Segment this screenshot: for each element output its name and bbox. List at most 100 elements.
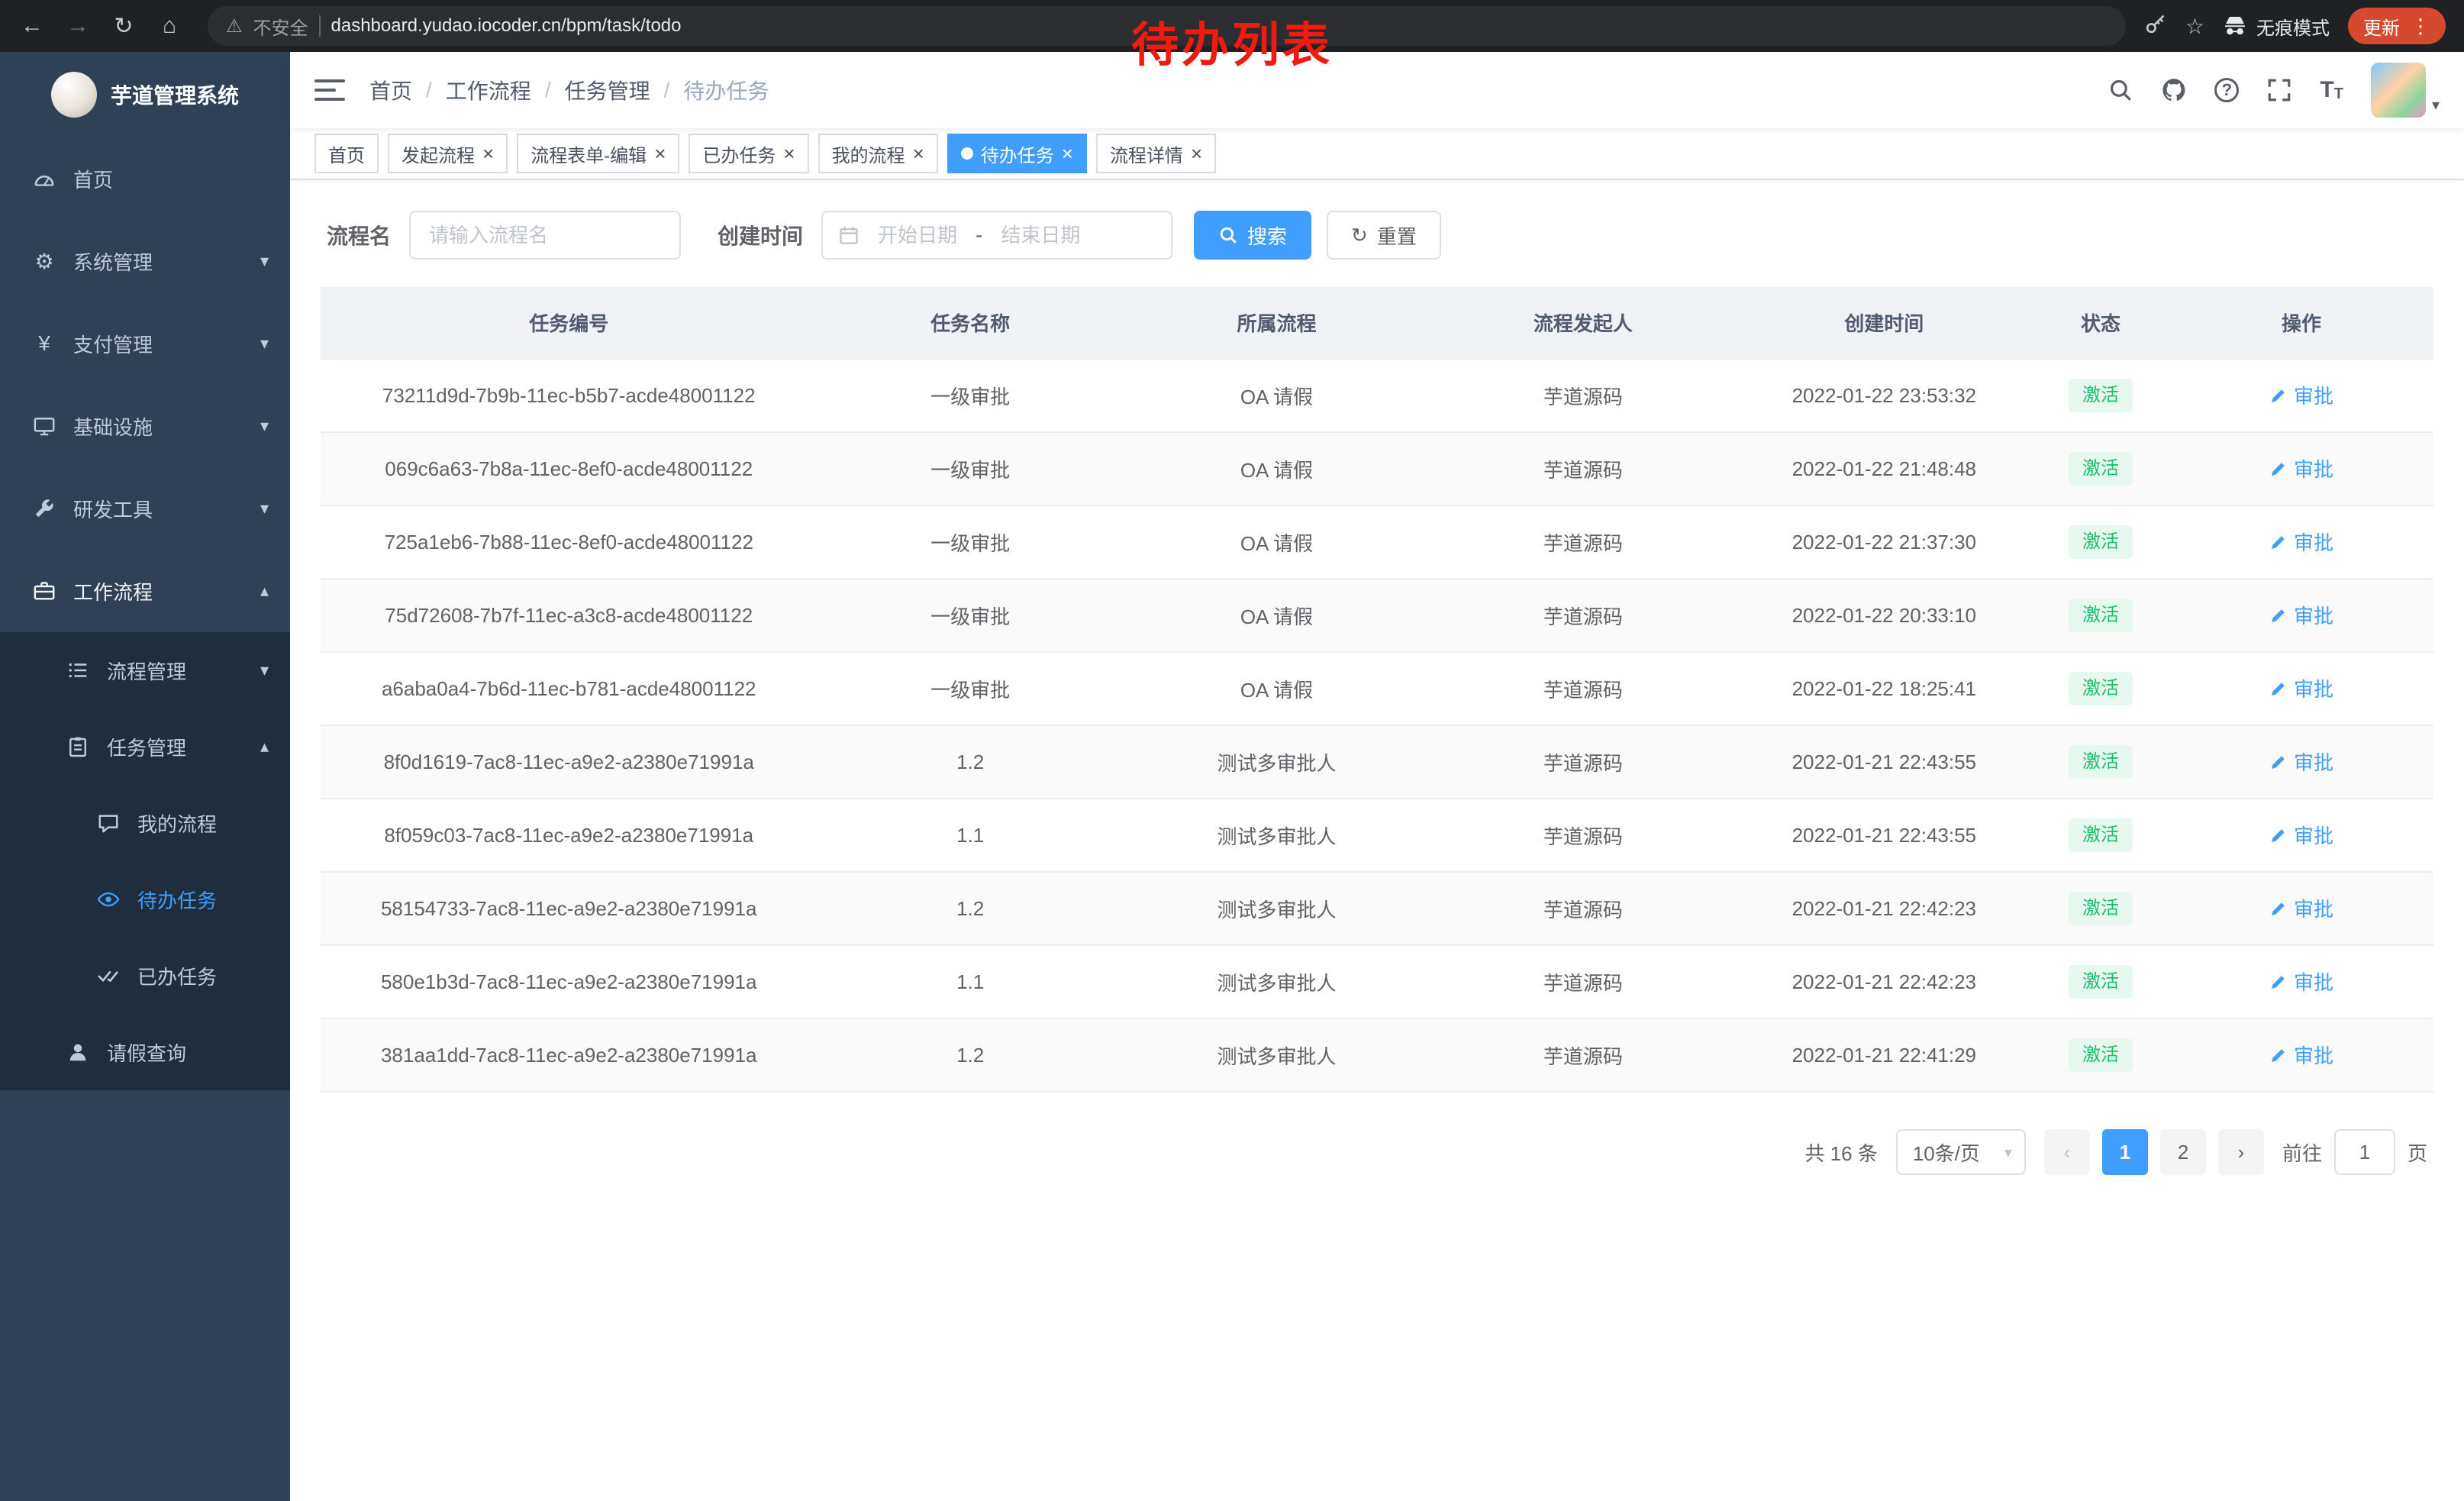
app-logo-row[interactable]: 芋道管理系统 xyxy=(0,52,290,137)
update-button[interactable]: 更新 ⋮ xyxy=(2348,8,2446,44)
security-label[interactable]: 不安全 xyxy=(253,13,308,40)
approve-link[interactable]: 审批 xyxy=(2269,821,2333,849)
cell-initiator: 芋道源码 xyxy=(1430,1018,1736,1092)
close-icon[interactable]: × xyxy=(1191,144,1202,163)
tab-process-detail[interactable]: 流程详情 × xyxy=(1096,134,1216,173)
edit-icon xyxy=(2269,606,2288,625)
search-button[interactable]: 搜索 xyxy=(1194,211,1311,260)
approve-link[interactable]: 审批 xyxy=(2269,967,2333,996)
create-time-label: 创建时间 xyxy=(718,220,803,250)
tab-label: 首页 xyxy=(328,140,365,167)
avatar[interactable] xyxy=(2371,63,2426,118)
breadcrumb-item-task-management[interactable]: 任务管理 xyxy=(565,75,650,105)
goto-input[interactable] xyxy=(2334,1129,2395,1175)
sidebar-item-label: 基础设施 xyxy=(73,412,153,441)
edit-icon xyxy=(2269,973,2288,991)
close-icon[interactable]: × xyxy=(1062,144,1073,163)
browser-refresh-button[interactable]: ↻ xyxy=(104,6,144,46)
breadcrumb-separator: / xyxy=(545,78,551,102)
search-icon[interactable] xyxy=(2108,77,2133,103)
page-button-2[interactable]: 2 xyxy=(2160,1129,2206,1175)
sidebar-item-process-management[interactable]: 流程管理 ▾ xyxy=(0,632,290,709)
approve-link[interactable]: 审批 xyxy=(2269,894,2333,922)
close-icon[interactable]: × xyxy=(783,144,795,163)
user-menu[interactable]: ▾ xyxy=(2371,63,2440,118)
sidebar-item-label: 支付管理 xyxy=(73,330,153,358)
close-icon[interactable]: × xyxy=(654,144,666,163)
cell-task-name: 1.2 xyxy=(817,1018,1123,1092)
approve-link[interactable]: 审批 xyxy=(2269,528,2333,556)
sidebar-item-my-process[interactable]: 我的流程 xyxy=(0,785,290,861)
wrench-icon xyxy=(31,497,58,520)
sidebar-item-payment[interactable]: ¥ 支付管理 ▾ xyxy=(0,302,290,385)
process-name-input[interactable] xyxy=(409,211,681,260)
approve-link[interactable]: 审批 xyxy=(2269,601,2333,629)
caret-down-icon: ▾ xyxy=(2432,95,2440,118)
approve-link[interactable]: 审批 xyxy=(2269,674,2333,702)
fullscreen-icon[interactable] xyxy=(2266,77,2292,103)
github-icon[interactable] xyxy=(2161,77,2187,103)
sidebar-item-leave-query[interactable]: 请假查询 xyxy=(0,1014,290,1090)
sidebar-item-home[interactable]: 首页 xyxy=(0,137,290,220)
address-divider xyxy=(319,15,321,37)
browser-menu-icon[interactable]: ⋮ xyxy=(2411,15,2430,38)
tab-process-form-edit[interactable]: 流程表单-编辑 × xyxy=(517,134,679,173)
next-page-button[interactable]: › xyxy=(2218,1129,2264,1175)
search-icon xyxy=(1218,225,1238,245)
goto-page: 前往 页 xyxy=(2282,1129,2427,1175)
eye-icon xyxy=(95,888,122,911)
url-text[interactable]: dashboard.yudao.iocoder.cn/bpm/task/todo xyxy=(331,15,682,37)
tab-done-task[interactable]: 已办任务 × xyxy=(689,134,808,173)
bookmark-star-icon[interactable]: ☆ xyxy=(2185,14,2204,39)
sidebar-item-system[interactable]: ⚙ 系统管理 ▾ xyxy=(0,220,290,302)
status-badge: 激活 xyxy=(2069,965,2133,998)
breadcrumb-item-home[interactable]: 首页 xyxy=(369,75,412,105)
header-task-id: 任务编号 xyxy=(321,287,817,359)
sidebar-item-workflow[interactable]: 工作流程 ▴ xyxy=(0,550,290,632)
start-date-input[interactable] xyxy=(869,224,966,247)
sidebar-toggle-button[interactable] xyxy=(314,75,345,105)
page-button-1[interactable]: 1 xyxy=(2102,1129,2148,1175)
close-icon[interactable]: × xyxy=(913,144,924,163)
tab-home[interactable]: 首页 xyxy=(314,134,379,173)
tab-todo-task[interactable]: 待办任务 × xyxy=(947,134,1087,173)
font-size-icon[interactable]: TT xyxy=(2320,79,2343,102)
sidebar-item-label: 流程管理 xyxy=(107,657,186,685)
prev-page-button[interactable]: ‹ xyxy=(2044,1129,2090,1175)
browser-chrome: ← → ↻ ⌂ ⚠ 不安全 dashboard.yudao.iocoder.cn… xyxy=(0,0,2464,52)
browser-back-button[interactable]: ← xyxy=(12,6,52,46)
tab-my-process[interactable]: 我的流程 × xyxy=(818,134,938,173)
cell-task-name: 一级审批 xyxy=(817,359,1123,432)
sidebar-item-todo-task[interactable]: 待办任务 xyxy=(0,861,290,938)
tab-label: 已办任务 xyxy=(702,140,776,167)
approve-link[interactable]: 审批 xyxy=(2269,381,2333,409)
sidebar-item-done-task[interactable]: 已办任务 xyxy=(0,938,290,1014)
end-date-input[interactable] xyxy=(992,224,1089,247)
close-icon[interactable]: × xyxy=(482,144,494,163)
sidebar-item-devtools[interactable]: 研发工具 ▾ xyxy=(0,467,290,550)
sidebar-item-infrastructure[interactable]: 基础设施 ▾ xyxy=(0,385,290,467)
browser-home-button[interactable]: ⌂ xyxy=(150,6,189,46)
date-range-picker[interactable]: - xyxy=(821,211,1172,260)
approve-link[interactable]: 审批 xyxy=(2269,454,2333,483)
breadcrumb-item-workflow[interactable]: 工作流程 xyxy=(446,75,531,105)
cell-task-id: 069c6a63-7b8a-11ec-8ef0-acde48001122 xyxy=(321,432,817,505)
table-row: 8f0d1619-7ac8-11ec-a9e2-a2380e71991a 1.2… xyxy=(321,725,2433,799)
filter-form: 流程名 创建时间 - 搜索 ↻ 重置 xyxy=(327,211,2433,260)
help-icon[interactable]: ? xyxy=(2214,78,2239,102)
key-icon[interactable] xyxy=(2144,12,2167,40)
browser-actions: ☆ 无痕模式 更新 ⋮ xyxy=(2144,8,2452,44)
search-button-label: 搜索 xyxy=(1247,221,1287,250)
page-size-select[interactable]: 10条/页 ▾ xyxy=(1896,1129,2026,1175)
cell-task-id: 8f059c03-7ac8-11ec-a9e2-a2380e71991a xyxy=(321,799,817,872)
approve-link[interactable]: 审批 xyxy=(2269,747,2333,776)
tab-initiate-process[interactable]: 发起流程 × xyxy=(388,134,508,173)
table-row: 381aa1dd-7ac8-11ec-a9e2-a2380e71991a 1.2… xyxy=(321,1018,2433,1092)
approve-link[interactable]: 审批 xyxy=(2269,1041,2333,1069)
breadcrumb-item-todo-task: 待办任务 xyxy=(683,75,769,105)
sidebar-item-task-management[interactable]: 任务管理 ▴ xyxy=(0,709,290,785)
browser-forward-button[interactable]: → xyxy=(58,6,98,46)
cell-initiator: 芋道源码 xyxy=(1430,652,1736,725)
cell-create-time: 2022-01-21 22:42:23 xyxy=(1737,945,2033,1018)
reset-button[interactable]: ↻ 重置 xyxy=(1327,211,1441,260)
